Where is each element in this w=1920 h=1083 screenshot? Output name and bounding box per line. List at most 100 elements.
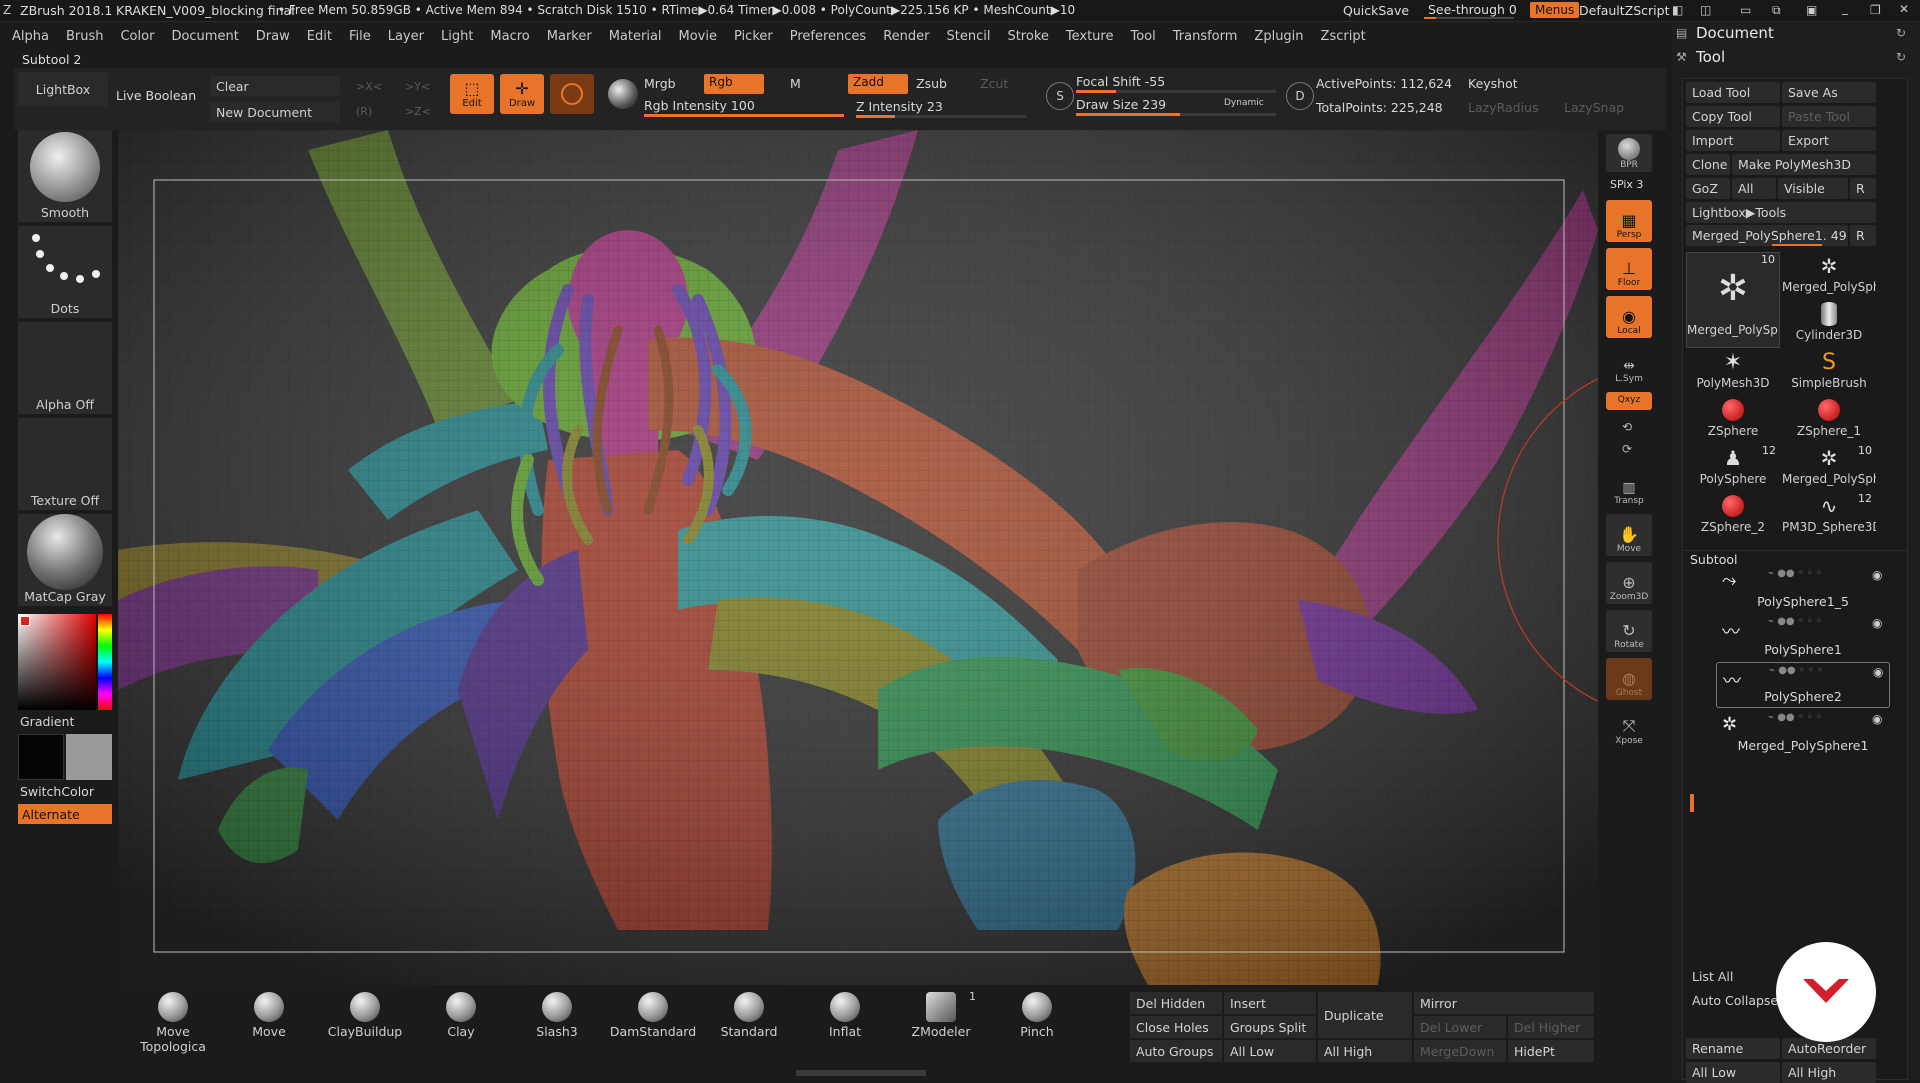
menu-material[interactable]: Material (609, 29, 662, 44)
menus-button[interactable]: Menus (1530, 2, 1580, 18)
brush-pinch[interactable]: Pinch (992, 992, 1082, 1039)
alternate-button[interactable]: Alternate (18, 804, 112, 824)
goz-r-button[interactable]: R (1850, 178, 1876, 199)
goz-all-button[interactable]: All (1732, 178, 1776, 199)
copy-tool-button[interactable]: Copy Tool (1686, 106, 1780, 127)
alpha-thumbnail[interactable]: Alpha Off (18, 322, 112, 414)
menu-file[interactable]: File (349, 29, 371, 44)
tool-polymesh3d[interactable]: ✶ PolyMesh3D (1686, 348, 1780, 394)
tool-palette-title[interactable]: Tool (1696, 48, 1725, 66)
menu-brush[interactable]: Brush (66, 29, 104, 44)
duplicate-button[interactable]: Duplicate (1318, 992, 1412, 1038)
brush-slash3[interactable]: Slash3 (512, 992, 602, 1039)
z-intensity-slider[interactable]: Z Intensity 23 (856, 99, 943, 114)
menu-stencil[interactable]: Stencil (946, 29, 990, 44)
layout-icon[interactable]: ◧ (1672, 3, 1683, 17)
mrgb-button[interactable]: Mrgb (644, 76, 676, 91)
brush-clay[interactable]: Clay (416, 992, 506, 1039)
lazy-radius-slider[interactable]: LazyRadius (1468, 100, 1539, 115)
current-tool-slider[interactable]: Merged_PolySphere1. 49 (1686, 225, 1848, 246)
zsub-button[interactable]: Zsub (916, 76, 947, 91)
visibility-eye-icon[interactable]: ◉ (1873, 665, 1883, 679)
gradient-label[interactable]: Gradient (20, 714, 74, 729)
edit-button[interactable]: ⬚ Edit (450, 74, 494, 114)
lightbox-tools-button[interactable]: Lightbox▶Tools (1686, 202, 1876, 223)
material-sphere-icon[interactable] (608, 79, 638, 109)
menu-marker[interactable]: Marker (547, 29, 592, 44)
menu-preferences[interactable]: Preferences (790, 29, 866, 44)
tool-cylinder3d[interactable]: Cylinder3D (1782, 300, 1876, 346)
menu-tool[interactable]: Tool (1130, 29, 1155, 44)
rgb-button[interactable]: Rgb (704, 74, 764, 94)
draw-button[interactable]: ✛ Draw (500, 74, 544, 114)
focal-shift-track[interactable] (1076, 90, 1276, 93)
insert-button[interactable]: Insert (1224, 992, 1316, 1014)
brush-claybuildup[interactable]: ClayBuildup (320, 992, 410, 1039)
tool-merged-polysph-main[interactable]: ✲ Merged_PolySph 10 (1686, 252, 1780, 348)
z-intensity-track[interactable] (856, 115, 1026, 118)
auto-collapse-button[interactable]: Auto Collapse (1686, 990, 1780, 1011)
current-tool-r-button[interactable]: R (1850, 225, 1876, 246)
load-tool-button[interactable]: Load Tool (1686, 82, 1780, 103)
menu-draw[interactable]: Draw (256, 29, 290, 44)
menu-light[interactable]: Light (441, 29, 473, 44)
xyz-button[interactable]: Qxyz (1606, 392, 1652, 410)
draw-size-icon[interactable]: D (1286, 82, 1314, 110)
rotate-y-icon[interactable]: ⟲ (1622, 420, 1632, 434)
tool-merged-polysph[interactable]: ✲ Merged_PolySph (1782, 252, 1876, 298)
xpose-button[interactable]: ⤧ Xpose (1606, 706, 1652, 748)
subtool-item[interactable]: 〰 ⌁ ●● ◦ ◦ ◦ ◉ PolySphere1 (1716, 614, 1890, 660)
brush-zmodeler[interactable]: ZModeler 1 (896, 990, 986, 1039)
zoom3d-button[interactable]: ⊕ Zoom3D (1606, 562, 1652, 604)
color-picker[interactable] (18, 614, 112, 710)
groups-split-button[interactable]: Groups Split (1224, 1016, 1316, 1038)
material-thumbnail[interactable]: MatCap Gray (18, 514, 112, 606)
save-as-button[interactable]: Save As (1782, 82, 1876, 103)
bottom-scrollbar[interactable] (796, 1070, 926, 1076)
tool-zsphere-2[interactable]: ZSphere_2 (1686, 492, 1780, 538)
bpr-button[interactable]: BPR (1606, 134, 1652, 172)
clone-button[interactable]: Clone (1686, 154, 1730, 175)
floor-button[interactable]: ⊥ Floor (1606, 248, 1652, 290)
secondary-color-swatch[interactable] (18, 734, 64, 780)
kraken-model[interactable] (118, 130, 1598, 985)
tool-zsphere[interactable]: ZSphere (1686, 396, 1780, 442)
lock-icon[interactable]: ▣ (1806, 3, 1817, 17)
quicksave-button[interactable]: QuickSave (1343, 3, 1409, 18)
import-button[interactable]: Import (1686, 130, 1780, 151)
list-all-button[interactable]: List All (1686, 966, 1780, 987)
texture-thumbnail[interactable]: Texture Off (18, 418, 112, 510)
subtool-toggles-icon[interactable]: ⌁ ●● ◦ ◦ ◦ (1768, 616, 1822, 627)
subtool-scrollbar[interactable] (1690, 794, 1694, 812)
subtool-toggles-icon[interactable]: ⌁ ●● ◦ ◦ ◦ (1769, 665, 1823, 676)
brush-move-topological[interactable]: Move Topologica (128, 992, 218, 1054)
canvas-viewport[interactable] (118, 130, 1598, 985)
move-button[interactable]: ✋ Move (1606, 514, 1652, 556)
tool-merged-polysph-2[interactable]: ✲ Merged_PolySph 10 (1782, 444, 1876, 490)
menu-transform[interactable]: Transform (1173, 29, 1238, 44)
visibility-eye-icon[interactable]: ◉ (1872, 568, 1882, 582)
focal-shift-slider[interactable]: Focal Shift -55 (1076, 74, 1165, 89)
rotate-button[interactable]: ↻ Rotate (1606, 610, 1652, 652)
document-refresh-icon[interactable]: ↻ (1896, 26, 1906, 40)
rename-button[interactable]: Rename (1686, 1038, 1780, 1059)
default-zscript-button[interactable]: DefaultZScript (1579, 3, 1670, 18)
hidept-button[interactable]: HidePt (1508, 1040, 1594, 1062)
menu-document[interactable]: Document (171, 29, 238, 44)
menu-zplugin[interactable]: Zplugin (1254, 29, 1303, 44)
minimize-icon[interactable]: _ (1842, 1, 1848, 15)
new-document-button[interactable]: New Document (210, 102, 340, 122)
del-hidden-button[interactable]: Del Hidden (1130, 992, 1222, 1014)
sym-r-button[interactable]: (R) (356, 105, 372, 118)
del-higher-button[interactable]: Del Higher (1508, 1016, 1594, 1038)
stroke-thumbnail[interactable]: Dots (18, 226, 112, 318)
menu-edit[interactable]: Edit (307, 29, 332, 44)
subtool-item[interactable]: ⤳ ⌁ ●● ◦ ◦ ◦ ◉ PolySphere1_5 (1716, 566, 1890, 612)
ghost-button[interactable]: ◍ Ghost (1606, 658, 1652, 700)
move-mode-button[interactable] (550, 74, 594, 114)
goz-visible-button[interactable]: Visible (1778, 178, 1848, 199)
main-color-swatch[interactable] (66, 734, 112, 780)
local-button[interactable]: ◉ Local (1606, 296, 1652, 338)
subtool-toggles-icon[interactable]: ⌁ ●● ◦ ◦ ◦ (1768, 568, 1822, 579)
brush-standard[interactable]: Standard (704, 992, 794, 1039)
